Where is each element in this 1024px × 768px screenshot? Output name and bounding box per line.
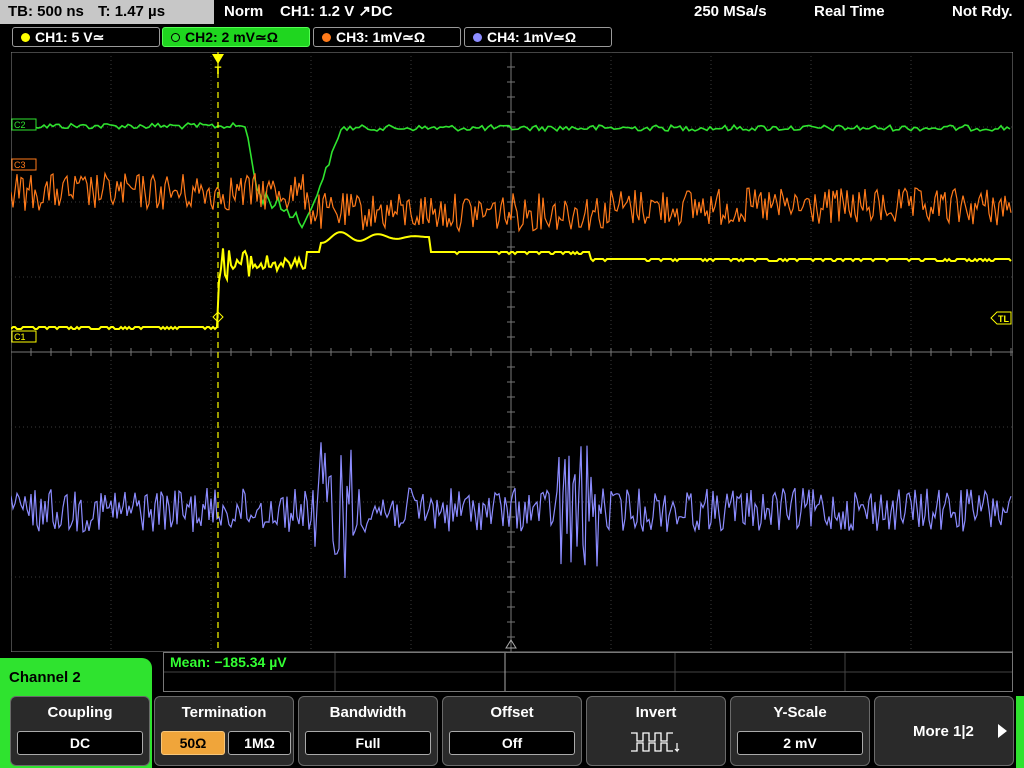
termination-1mohm-option[interactable]: 1MΩ — [228, 731, 291, 755]
ch1-offset-marker[interactable]: C1 — [11, 330, 37, 343]
ch3-color-icon — [322, 33, 331, 42]
bandwidth-title: Bandwidth — [329, 704, 407, 721]
coupling-softkey[interactable]: Coupling DC — [10, 696, 150, 766]
invert-title: Invert — [635, 704, 677, 721]
y-scale-title: Y-Scale — [773, 704, 827, 721]
status-bar: TB: 500 ns T: 1.47 µs Norm CH1: 1.2 V ↗D… — [0, 0, 1024, 24]
offset-value[interactable]: Off — [449, 731, 575, 755]
termination-title: Termination — [181, 704, 267, 721]
ch1-label: CH1: 5 V≃ — [35, 29, 105, 45]
acquisition-status: Not Rdy. — [952, 3, 1013, 20]
waveform-display[interactable]: T C2 C3 C1 TL — [11, 52, 1013, 652]
bandwidth-softkey[interactable]: Bandwidth Full — [298, 696, 438, 766]
termination-softkey[interactable]: Termination 50Ω 1MΩ — [154, 696, 294, 766]
ch4-color-icon — [473, 33, 482, 42]
ch2-label: CH2: 2 mV≃Ω — [185, 29, 278, 45]
ch2-offset-marker[interactable]: C2 — [11, 118, 37, 131]
ch3-offset-marker[interactable]: C3 — [11, 158, 37, 171]
termination-50ohm-option[interactable]: 50Ω — [161, 731, 225, 755]
channel-tab-ch4[interactable]: CH4: 1mV≃Ω — [464, 27, 612, 47]
more-menu-button[interactable]: More 1|2 — [874, 696, 1014, 766]
channel-tab-ch1[interactable]: CH1: 5 V≃ — [12, 27, 160, 47]
more-label: More 1|2 — [913, 723, 974, 740]
offset-title: Offset — [490, 704, 534, 721]
next-page-arrow-icon — [998, 724, 1007, 738]
channel-tab-ch2[interactable]: CH2: 2 mV≃Ω — [162, 27, 310, 47]
measurement-bar: Mean: −185.34 µV — [163, 652, 1013, 692]
ch1-color-icon — [21, 33, 30, 42]
coupling-title: Coupling — [47, 704, 113, 721]
timebase-value: TB: 500 ns — [8, 3, 84, 20]
channel-tab-ch3[interactable]: CH3: 1mV≃Ω — [313, 27, 461, 47]
ch4-label: CH4: 1mV≃Ω — [487, 29, 577, 45]
ch2-marker-label: C2 — [14, 120, 26, 130]
acquisition-mode: Real Time — [814, 3, 885, 20]
bandwidth-value[interactable]: Full — [305, 731, 431, 755]
timebase-box[interactable]: TB: 500 ns T: 1.47 µs — [0, 0, 214, 24]
trigger-level-label: TL — [998, 314, 1009, 324]
ch2-color-icon — [171, 33, 180, 42]
measurement-grid — [164, 653, 1012, 691]
coupling-value[interactable]: DC — [17, 731, 143, 755]
trigger-position-label: T — [215, 65, 222, 77]
trigger-setting[interactable]: CH1: 1.2 V ↗DC — [280, 0, 393, 24]
y-scale-value[interactable]: 2 mV — [737, 731, 863, 755]
ch3-label: CH3: 1mV≃Ω — [336, 29, 426, 45]
ch1-marker-label: C1 — [14, 332, 26, 342]
sample-rate: 250 MSa/s — [694, 3, 767, 20]
ch3-marker-label: C3 — [14, 160, 26, 170]
invert-softkey[interactable]: Invert — [586, 696, 726, 766]
trigger-time-value: T: 1.47 µs — [98, 3, 166, 20]
invert-waveform-icon — [631, 732, 680, 753]
y-scale-softkey[interactable]: Y-Scale 2 mV — [730, 696, 870, 766]
offset-softkey[interactable]: Offset Off — [442, 696, 582, 766]
trigger-mode[interactable]: Norm — [224, 0, 263, 24]
menu-edge-accent — [1016, 696, 1024, 768]
